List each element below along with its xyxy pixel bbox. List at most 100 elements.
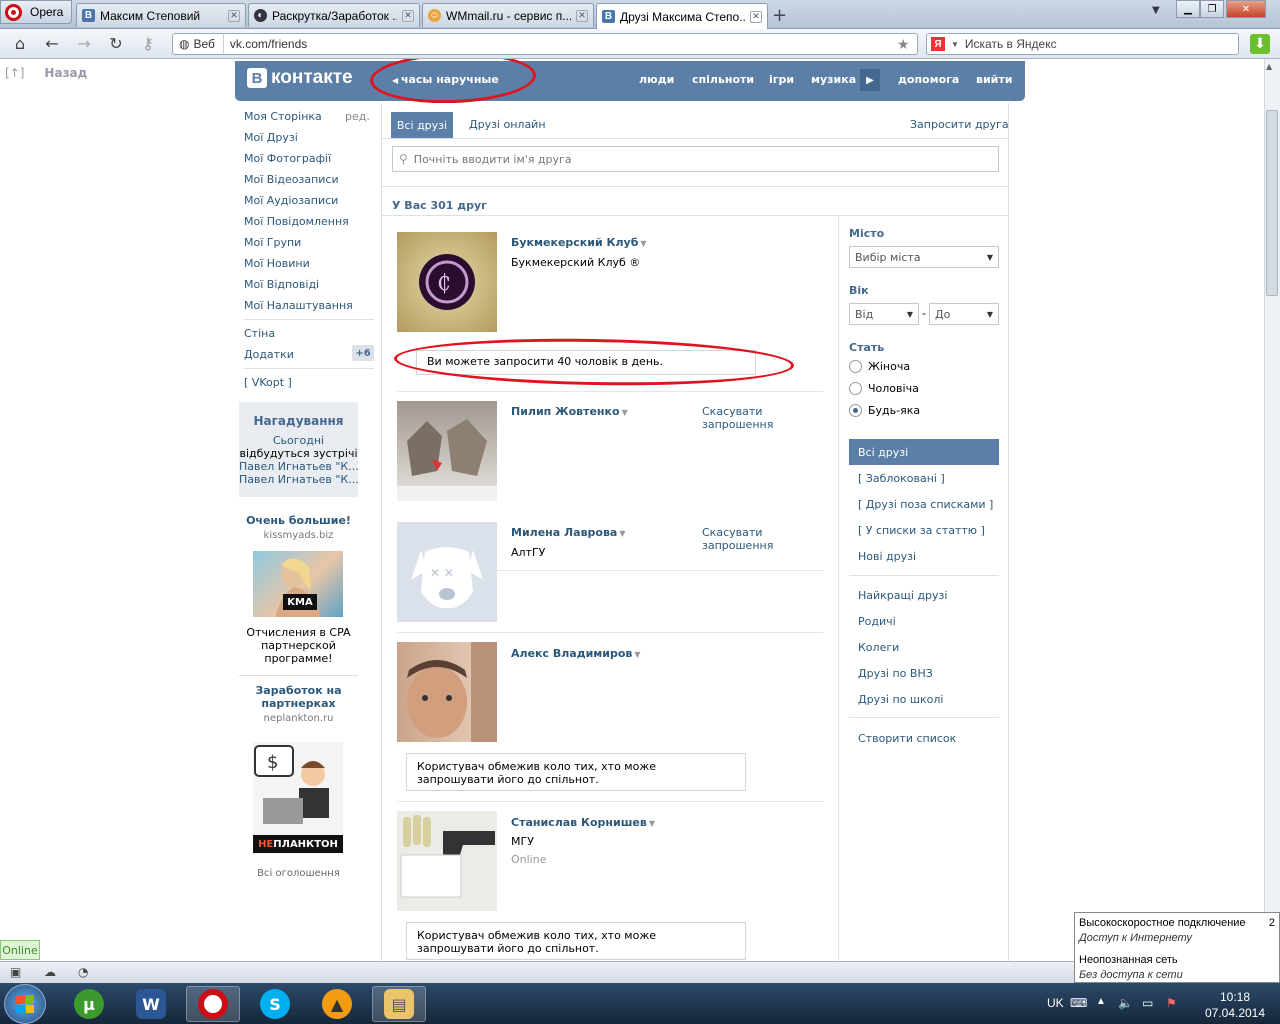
- cloud-icon[interactable]: ☁: [44, 965, 60, 979]
- list-unlisted[interactable]: [ Друзі поза списками ]: [849, 491, 999, 517]
- friend-2-name[interactable]: Пилип Жовтенко ▼: [511, 405, 628, 418]
- menu-help[interactable]: допомога: [898, 73, 959, 86]
- menu-music[interactable]: музика: [811, 73, 856, 86]
- browser-tab-4-active[interactable]: В Друзі Максима Степо... ✕: [596, 3, 768, 29]
- home-icon[interactable]: ⌂: [10, 34, 30, 53]
- url-text[interactable]: vk.com/friends: [224, 37, 897, 51]
- list-colleagues[interactable]: Колеги: [849, 634, 999, 660]
- sidebar-my-settings[interactable]: Мої Налаштування: [244, 299, 353, 312]
- friend-menu-chevron-down-icon[interactable]: ▼: [622, 408, 628, 417]
- network-icon[interactable]: ▭: [1142, 996, 1153, 1010]
- opera-menu-button[interactable]: Opera: [0, 0, 72, 24]
- forward-arrow-icon[interactable]: →: [74, 34, 94, 53]
- list-best-friends[interactable]: Найкращі друзі: [849, 582, 999, 608]
- bookmark-star-icon[interactable]: ★: [897, 36, 917, 53]
- new-tab-icon[interactable]: +: [772, 5, 787, 26]
- friend-menu-chevron-down-icon[interactable]: ▼: [634, 650, 640, 659]
- restore-icon[interactable]: ❐: [1200, 0, 1224, 18]
- age-to-select[interactable]: До ▼: [929, 303, 999, 325]
- taskbar-utorrent[interactable]: µ: [62, 986, 116, 1022]
- window-close-icon[interactable]: ✕: [1226, 0, 1266, 18]
- sidebar-edit-link[interactable]: ред.: [345, 110, 370, 123]
- taskbar-opera[interactable]: [186, 986, 240, 1022]
- back-arrow-icon[interactable]: ←: [42, 34, 62, 53]
- key-icon[interactable]: ⚷: [138, 34, 158, 53]
- menu-more-arrow-icon[interactable]: ▶: [860, 69, 880, 91]
- menu-people[interactable]: люди: [639, 73, 674, 86]
- address-mode[interactable]: ◍ Веб: [173, 34, 224, 54]
- apps-count-badge[interactable]: +6: [352, 345, 374, 361]
- sidebar-my-page[interactable]: Моя Сторінка: [244, 110, 322, 123]
- search-engine-chevron-down-icon[interactable]: ▼: [951, 40, 959, 49]
- tab-close-icon[interactable]: ✕: [402, 9, 414, 22]
- flag-alert-icon[interactable]: ⚑: [1166, 996, 1177, 1010]
- download-arrow-icon[interactable]: ⬇: [1250, 34, 1270, 54]
- tab-close-icon[interactable]: ✕: [576, 9, 588, 22]
- browser-tab-2[interactable]: ◐ Раскрутка/Заработок ... ✕: [248, 3, 420, 27]
- friend-2-cancel-request[interactable]: Скасувати запрошення: [702, 405, 782, 431]
- ad-2-title[interactable]: Заработок на партнерках: [239, 684, 358, 710]
- list-by-sex[interactable]: [ У списки за статтю ]: [849, 517, 999, 543]
- sidebar-my-friends[interactable]: Мої Друзі: [244, 131, 298, 144]
- friend-3-avatar[interactable]: ✕ ✕: [397, 522, 497, 622]
- friend-5-name[interactable]: Станислав Корнишев ▼: [511, 816, 655, 829]
- yandex-search-input[interactable]: Я ▼ Искать в Яндекс: [926, 33, 1239, 55]
- list-relatives[interactable]: Родичі: [849, 608, 999, 634]
- list-university[interactable]: Друзі по ВНЗ: [849, 660, 999, 686]
- reload-icon[interactable]: ↻: [106, 34, 126, 53]
- list-school[interactable]: Друзі по школі: [849, 686, 999, 712]
- city-select[interactable]: Вибір міста ▼: [849, 246, 999, 268]
- age-from-select[interactable]: Від ▼: [849, 303, 919, 325]
- sidebar-my-videos[interactable]: Мої Відеозаписи: [244, 173, 339, 186]
- volume-icon[interactable]: 🔈: [1118, 996, 1133, 1010]
- tab-list-chevron-down-icon[interactable]: ▼: [1152, 5, 1160, 16]
- taskbar-aimp[interactable]: ▲: [310, 986, 364, 1022]
- friend-2-avatar[interactable]: [397, 401, 497, 501]
- sidebar-my-messages[interactable]: Мої Повідомлення: [244, 215, 349, 228]
- sidebar-wall[interactable]: Стіна: [244, 327, 275, 340]
- speed-dial-icon[interactable]: ◔: [78, 965, 94, 979]
- tab-all-friends[interactable]: Всі друзі: [391, 112, 453, 138]
- friend-1-avatar[interactable]: ₵: [397, 232, 497, 332]
- menu-communities[interactable]: спільноти: [692, 73, 754, 86]
- friend-search-input[interactable]: ⚲ Почніть вводити ім'я друга: [392, 146, 999, 172]
- start-button[interactable]: [4, 984, 46, 1024]
- sidebar-my-news[interactable]: Мої Новини: [244, 257, 310, 270]
- friend-menu-chevron-down-icon[interactable]: ▼: [619, 529, 625, 538]
- friend-3-cancel-request[interactable]: Скасувати запрошення: [702, 526, 782, 552]
- vk-logo[interactable]: Вконтакте: [247, 67, 353, 89]
- minimize-icon[interactable]: ▁: [1176, 0, 1200, 18]
- invite-friend-link[interactable]: Запросити друга: [910, 118, 1009, 131]
- system-clock[interactable]: 10:18 07.04.2014: [1200, 989, 1270, 1021]
- tray-expand-icon[interactable]: ▲: [1096, 996, 1106, 1007]
- friend-4-avatar[interactable]: [397, 642, 497, 742]
- sidebar-apps[interactable]: Додатки: [244, 348, 294, 361]
- friend-4-name[interactable]: Алекс Владимиров ▼: [511, 647, 641, 660]
- sidebar-vkopt[interactable]: [ VKopt ]: [244, 376, 292, 389]
- ad-1-description[interactable]: Отчисления в CPA партнерской программе!: [239, 626, 358, 665]
- menu-logout[interactable]: вийти: [976, 73, 1012, 86]
- reminder-today[interactable]: Сьогодні: [239, 434, 358, 447]
- taskbar-skype[interactable]: S: [248, 986, 302, 1022]
- tab-close-icon[interactable]: ✕: [228, 9, 240, 22]
- create-list-link[interactable]: Створити список: [849, 725, 999, 751]
- back-link[interactable]: [↑] Назад: [5, 66, 87, 80]
- sidebar-my-answers[interactable]: Мої Відповіді: [244, 278, 319, 291]
- tab-close-icon[interactable]: ✕: [750, 10, 762, 23]
- sidebar-my-audio[interactable]: Мої Аудіозаписи: [244, 194, 338, 207]
- address-field[interactable]: ◍ Веб vk.com/friends ★: [172, 33, 918, 55]
- reminder-link-2[interactable]: Павел Игнатьев "К...: [239, 473, 358, 486]
- language-indicator[interactable]: UK: [1047, 996, 1064, 1010]
- browser-tab-3[interactable]: ☺ WMmail.ru - сервис п... ✕: [422, 3, 594, 27]
- menu-games[interactable]: ігри: [769, 73, 794, 86]
- scroll-up-icon[interactable]: ▲: [1266, 62, 1272, 71]
- reminder-link-1[interactable]: Павел Игнатьев "К...,: [239, 460, 358, 473]
- friend-1-name[interactable]: Букмекерский Клуб ▼: [511, 236, 647, 249]
- friend-5-avatar[interactable]: [397, 811, 497, 911]
- friend-menu-chevron-down-icon[interactable]: ▼: [649, 819, 655, 828]
- ad-1-title[interactable]: Очень большие!: [239, 514, 358, 527]
- taskbar-word[interactable]: W: [124, 986, 178, 1022]
- list-all-friends[interactable]: Всі друзі: [849, 439, 999, 465]
- keyboard-icon[interactable]: ⌨: [1070, 996, 1087, 1010]
- friend-3-name[interactable]: Милена Лаврова ▼: [511, 526, 626, 539]
